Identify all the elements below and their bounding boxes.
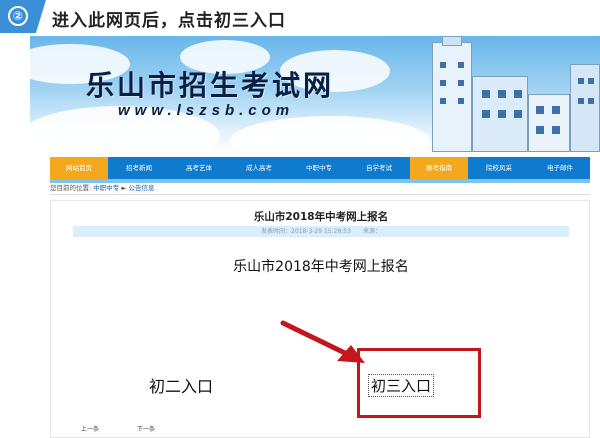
article-panel: 乐山市2018年中考网上报名 发表时间：2018-3-29 15:28:53 来… xyxy=(50,200,590,438)
red-arrow-icon xyxy=(280,320,365,363)
webpage-screenshot: 乐山市招生考试网 www.lszsb.com 网站首页 招考新闻 高考艺体 成人… xyxy=(30,36,600,438)
grade2-entry-link[interactable]: 初二入口 xyxy=(149,373,213,397)
building-spire xyxy=(442,36,462,46)
breadcrumb-link-vocational[interactable]: 中职中专 xyxy=(93,184,119,192)
building xyxy=(570,64,600,152)
nav-item-schools[interactable]: 院校风采 xyxy=(470,157,528,179)
site-banner: 乐山市招生考试网 www.lszsb.com xyxy=(30,36,600,152)
article-heading: 乐山市2018年中考网上报名 xyxy=(233,259,409,275)
next-link[interactable]: 下一条 xyxy=(137,424,155,433)
step-header: ② 进入此网页后，点击初三入口 xyxy=(0,0,600,36)
nav-item-vocational[interactable]: 中职中专 xyxy=(290,157,348,179)
breadcrumb: 您目前的位置: 中职中专 ► 公告信息 xyxy=(50,182,154,192)
nav-item-news[interactable]: 招考新闻 xyxy=(110,157,168,179)
site-title: 乐山市招生考试网 xyxy=(86,69,335,102)
nav-item-selfstudy[interactable]: 自学考试 xyxy=(350,157,408,179)
prev-link[interactable]: 上一条 xyxy=(81,424,99,433)
site-url: www.lszsb.com xyxy=(118,102,295,119)
nav-item-home[interactable]: 网站首页 xyxy=(50,157,108,179)
step-badge: ② xyxy=(0,0,46,33)
breadcrumb-separator: ► xyxy=(121,184,127,192)
building xyxy=(528,94,570,152)
breadcrumb-link-notices[interactable]: 公告信息 xyxy=(128,184,154,192)
divider xyxy=(50,194,590,195)
article-title: 乐山市2018年中考网上报名 xyxy=(253,211,389,223)
nav-item-email[interactable]: 电子邮件 xyxy=(530,157,590,179)
nav-item-adult[interactable]: 成人高考 xyxy=(230,157,288,179)
nav-item-arts[interactable]: 高考艺体 xyxy=(170,157,228,179)
nav-item-guide[interactable]: 报考指南 xyxy=(410,157,468,179)
main-nav: 网站首页 招考新闻 高考艺体 成人高考 中职中专 自学考试 报考指南 院校风采 … xyxy=(50,157,590,179)
step-instruction: 进入此网页后，点击初三入口 xyxy=(52,11,286,31)
article-meta: 发表时间：2018-3-29 15:28:53 来源： xyxy=(73,226,569,237)
building xyxy=(432,42,472,152)
cloud xyxy=(230,116,430,152)
breadcrumb-prefix: 您目前的位置: xyxy=(50,184,92,192)
step-number: ② xyxy=(8,6,28,26)
grade3-entry-link[interactable]: 初三入口 xyxy=(368,374,435,397)
